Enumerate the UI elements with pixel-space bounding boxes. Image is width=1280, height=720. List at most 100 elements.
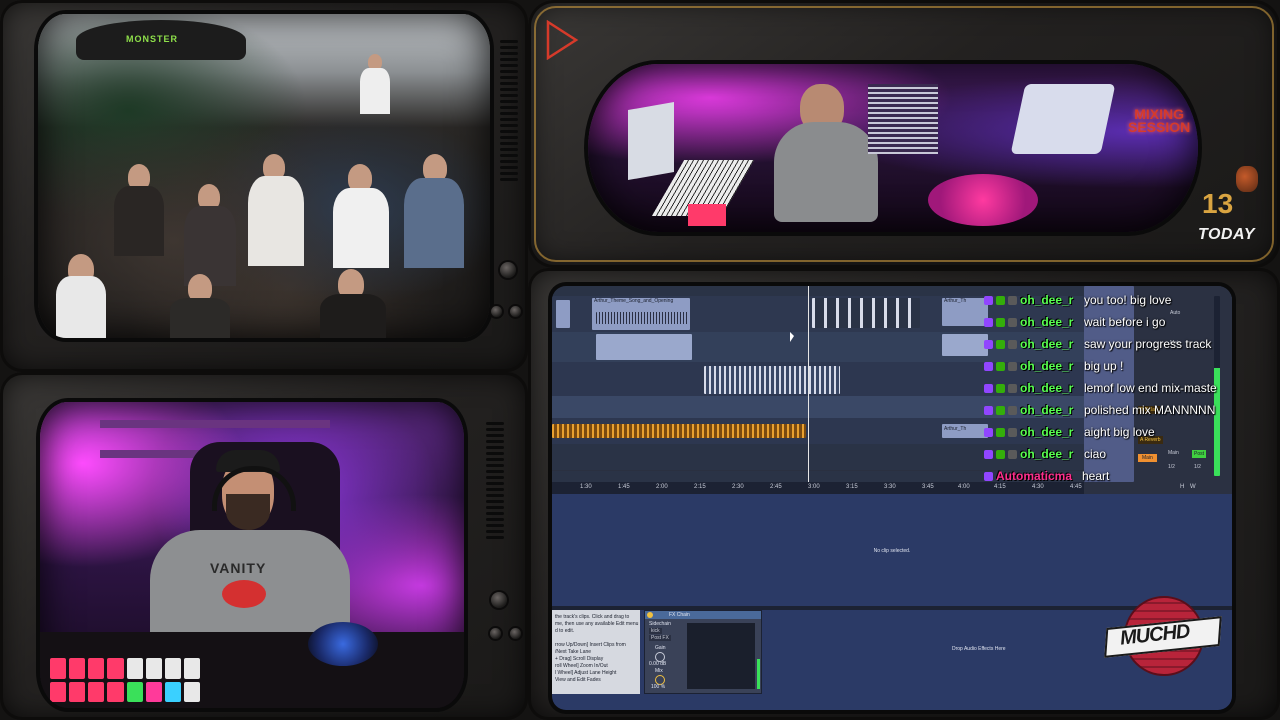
chat-username[interactable]: oh_dee_r: [1020, 381, 1078, 395]
chat-username[interactable]: oh_dee_r: [1020, 337, 1078, 351]
chat-message: oh_dee_r aight big love: [984, 422, 1155, 442]
audio-clip[interactable]: [812, 298, 920, 328]
chat-message: oh_dee_r polished mix MANNNNN: [984, 400, 1215, 420]
audio-clip[interactable]: [704, 366, 840, 394]
tv-speaker-grille: [500, 40, 518, 181]
help-panel: the track's clips. Click and drag to me,…: [552, 610, 640, 694]
crowd-person-body: [248, 176, 304, 266]
chat-text: aight big love: [1084, 425, 1155, 439]
webcam-video-feed: VANITY: [40, 402, 464, 708]
mixing-session-sign: MIXING SESSION: [1128, 106, 1191, 135]
ruler-tick: 3:30: [884, 484, 896, 490]
moderator-badge-icon: [996, 427, 1005, 437]
help-line: /Next Take Lane: [555, 649, 592, 655]
tv-frame-overhead: MIXING SESSION 13 TODAY: [528, 0, 1280, 268]
moderator-badge-icon: [996, 295, 1005, 305]
chat-message: oh_dee_r big up !: [984, 356, 1123, 376]
crowd-person-body: [170, 298, 230, 338]
mix-label: Mix: [655, 668, 663, 674]
sub-badge-icon: [1008, 383, 1017, 393]
crowd-person-body: [404, 178, 464, 268]
twitch-icon: [984, 339, 993, 349]
device-name: FX Chain: [669, 612, 690, 618]
twitch-icon: [984, 471, 993, 481]
chat-text: polished mix MANNNNN: [1084, 403, 1216, 417]
chat-username[interactable]: oh_dee_r: [1020, 425, 1078, 439]
ruler-tick: 3:15: [846, 484, 858, 490]
chat-username[interactable]: Automaticma: [996, 469, 1082, 483]
audio-device[interactable]: FX Chain Sidechain kick Post FX Gain 0.0…: [644, 610, 762, 694]
help-line: the track's clips. Click and drag to: [555, 614, 630, 620]
tv-frame-crowd: MONSTER: [0, 0, 528, 372]
help-line: rrow Up/Down] Insert Clips from: [555, 642, 626, 648]
crowd-person-body: [360, 68, 390, 114]
tv-knob: [500, 262, 516, 278]
moderator-badge-icon: [996, 405, 1005, 415]
help-line: me, then use any available Edit menu: [555, 621, 639, 627]
audio-clip[interactable]: [556, 300, 570, 328]
dj-person-hoodie: [774, 122, 878, 222]
clip-name: Arthur_Theme_Song_and_Opening: [594, 298, 674, 304]
mouse-cursor-icon: [790, 332, 794, 342]
ruler-tick: 1:45: [618, 484, 630, 490]
moderator-badge-icon: [996, 383, 1005, 393]
tv-speaker-grille: [486, 422, 504, 539]
sub-badge-icon: [1008, 405, 1017, 415]
audio-clip[interactable]: [552, 424, 806, 438]
help-line: l Wheel] Adjust Lane Height: [555, 670, 617, 676]
moderator-badge-icon: [996, 361, 1005, 371]
sub-badge-icon: [1008, 295, 1017, 305]
help-line: View and Edit Fades: [555, 677, 601, 683]
playhead[interactable]: [808, 286, 809, 482]
sidechain-tap[interactable]: Post FX: [649, 635, 671, 641]
help-line: d to edit.: [555, 628, 575, 634]
sub-badge-icon: [1008, 449, 1017, 459]
sub-badge-icon: [1008, 361, 1017, 371]
chat-message: oh_dee_r lemof low end mix-maste: [984, 378, 1217, 398]
chat-username[interactable]: oh_dee_r: [1020, 447, 1078, 461]
turntable: [1010, 84, 1116, 154]
pad-controller: [688, 204, 726, 226]
drop-effects-text[interactable]: Drop Audio Effects Here: [952, 646, 1006, 652]
overhead-video-feed: MIXING SESSION: [588, 64, 1198, 232]
twitch-icon: [984, 449, 993, 459]
date-label: TODAY: [1198, 226, 1256, 243]
twitch-icon: [984, 427, 993, 437]
tv-frame-webcam: VANITY: [0, 372, 528, 720]
tv-knob: [491, 592, 507, 608]
device-power-icon[interactable]: [647, 612, 653, 618]
hoodie-text: VANITY: [210, 560, 267, 576]
ruler-tick: 2:15: [694, 484, 706, 490]
help-line: roll Wheel] Zoom In/Out: [555, 663, 608, 669]
chat-message: oh_dee_r ciao: [984, 444, 1106, 464]
audio-clip[interactable]: [596, 334, 692, 360]
ruler-tick: 2:45: [770, 484, 782, 490]
ruler-tick: 4:00: [958, 484, 970, 490]
sub-badge-icon: [1008, 427, 1017, 437]
chat-username[interactable]: oh_dee_r: [1020, 315, 1078, 329]
chat-text: saw your progress track: [1084, 337, 1212, 351]
sidechain-source[interactable]: kick: [649, 628, 662, 634]
ruler-tick: 3:00: [808, 484, 820, 490]
crowd-person-body: [333, 188, 389, 268]
equipment: [868, 84, 938, 154]
laptop-screen: [628, 101, 674, 181]
pink-lamp: [928, 174, 1038, 226]
ruler-tick: 2:30: [732, 484, 744, 490]
chat-message: oh_dee_r saw your progress track: [984, 334, 1211, 354]
sub-badge-icon: [1008, 317, 1017, 327]
detail-view: No clip selected.: [552, 494, 1232, 606]
chat-message: oh_dee_r wait before i go: [984, 312, 1165, 332]
moderator-badge-icon: [996, 339, 1005, 349]
clip-name: Arthur_Th: [944, 426, 967, 432]
chat-message: Automaticma heart: [984, 466, 1109, 486]
chat-username[interactable]: oh_dee_r: [1020, 359, 1078, 373]
device-title-bar: FX Chain: [645, 611, 761, 619]
audio-clip[interactable]: [942, 334, 988, 356]
chat-username[interactable]: oh_dee_r: [1020, 403, 1078, 417]
tv-frame-daw: Arthur_Theme_Song_and_Opening Arthur_Th …: [528, 268, 1280, 720]
device-display: [687, 623, 755, 689]
chat-username[interactable]: oh_dee_r: [1020, 293, 1078, 307]
ruler-tick: 2:00: [656, 484, 668, 490]
date-number: 13: [1202, 188, 1234, 219]
